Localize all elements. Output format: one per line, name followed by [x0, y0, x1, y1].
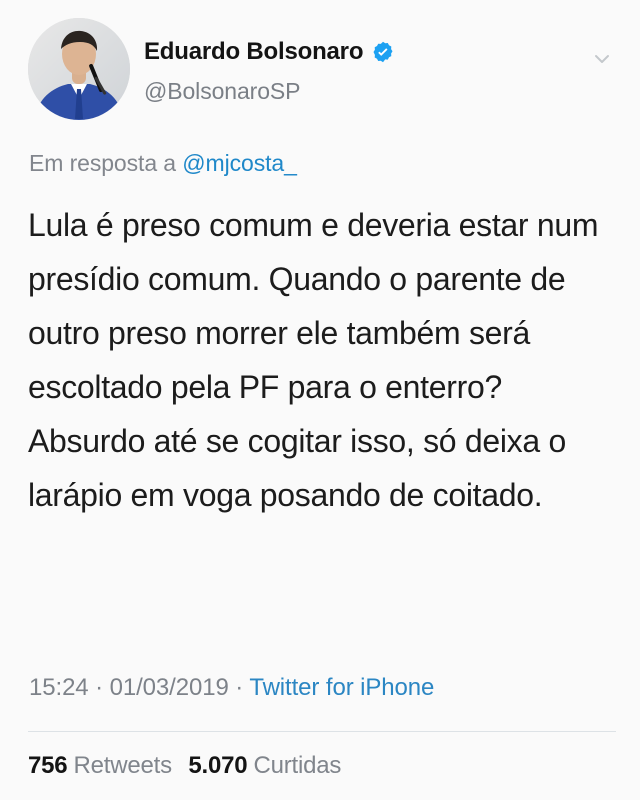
- likes-label: Curtidas: [253, 752, 342, 779]
- meta-separator-1: ·: [88, 674, 110, 701]
- handle[interactable]: @BolsonaroSP: [144, 78, 564, 105]
- tweet-date: 01/03/2019: [109, 674, 229, 701]
- tweet-source-link[interactable]: Twitter for iPhone: [249, 674, 434, 701]
- tweet-text: Lula é preso comum e deveria estar num p…: [28, 207, 599, 513]
- verified-badge-icon: [371, 40, 395, 64]
- user-block: Eduardo Bolsonaro @BolsonaroSP: [144, 36, 564, 105]
- stats-divider: [28, 731, 616, 732]
- retweets-label: Retweets: [73, 752, 172, 779]
- avatar-image: [28, 18, 130, 120]
- reply-mention-link[interactable]: @mjcosta_: [182, 150, 297, 176]
- tweet-header: Eduardo Bolsonaro @BolsonaroSP: [28, 18, 618, 128]
- tweet-card: Eduardo Bolsonaro @BolsonaroSP Em respos…: [0, 0, 640, 800]
- chevron-down-icon[interactable]: [592, 49, 612, 69]
- reply-context: Em resposta a @mjcosta_: [29, 150, 297, 177]
- tweet-meta: 15:24 · 01/03/2019 · Twitter for iPhone: [29, 674, 434, 702]
- reply-prefix: Em resposta a: [29, 150, 176, 176]
- retweets-count-link[interactable]: 756 Retweets: [28, 752, 172, 780]
- meta-separator-2: ·: [228, 674, 250, 701]
- name-line: Eduardo Bolsonaro: [144, 36, 564, 68]
- tweet-time: 15:24: [29, 674, 89, 701]
- tweet-stats: 756 Retweets 5.070 Curtidas: [28, 752, 351, 780]
- likes-value: 5.070: [188, 752, 248, 779]
- likes-count-link[interactable]: 5.070 Curtidas: [188, 752, 341, 780]
- display-name[interactable]: Eduardo Bolsonaro: [144, 38, 363, 66]
- retweets-value: 756: [28, 752, 68, 779]
- avatar[interactable]: [28, 18, 130, 120]
